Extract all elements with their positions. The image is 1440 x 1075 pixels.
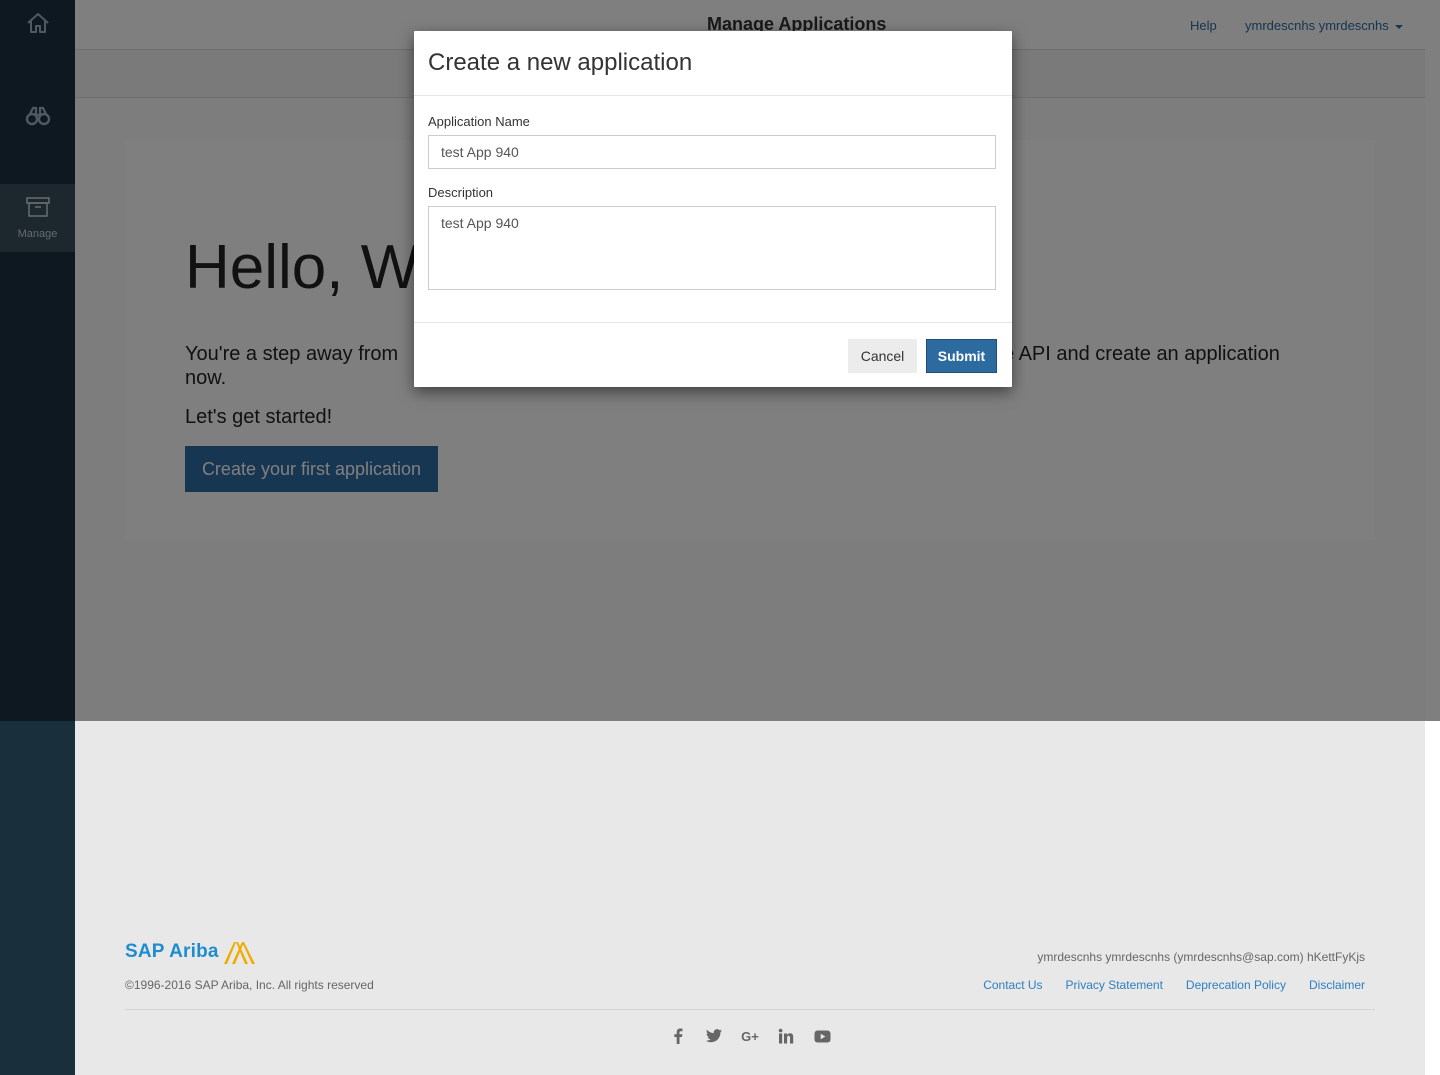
modal-footer: Cancel Submit xyxy=(414,322,1012,387)
youtube-icon[interactable] xyxy=(813,1027,831,1045)
google-plus-icon[interactable]: G+ xyxy=(741,1027,759,1045)
user-info: ymrdescnhs ymrdescnhs (ymrdescnhs@sap.co… xyxy=(1037,950,1365,964)
sap-ariba-logo: SAP Ariba xyxy=(125,939,260,965)
create-application-modal: Create a new application Application Nam… xyxy=(414,31,1012,387)
modal-title: Create a new application xyxy=(428,49,693,76)
linkedin-icon[interactable] xyxy=(777,1027,795,1045)
footer-divider xyxy=(125,1009,1375,1010)
footer-links: Contact Us Privacy Statement Deprecation… xyxy=(983,978,1365,992)
sidebar-footer-extension xyxy=(0,721,75,1075)
facebook-icon[interactable] xyxy=(669,1027,687,1045)
modal-body: Application Name Description test App 94… xyxy=(414,96,1012,295)
disclaimer-link[interactable]: Disclaimer xyxy=(1309,978,1365,992)
deprecation-policy-link[interactable]: Deprecation Policy xyxy=(1186,978,1286,992)
modal-header: Create a new application xyxy=(414,31,1012,96)
cancel-button[interactable]: Cancel xyxy=(848,339,917,373)
social-links: G+ xyxy=(669,1027,831,1045)
description-textarea[interactable]: test App 940 xyxy=(428,206,996,290)
twitter-icon[interactable] xyxy=(705,1027,723,1045)
application-name-input[interactable] xyxy=(428,135,996,169)
description-label: Description xyxy=(428,185,494,200)
application-name-label: Application Name xyxy=(428,114,530,129)
ariba-mark-icon xyxy=(223,942,255,964)
submit-button[interactable]: Submit xyxy=(926,339,997,373)
footer: SAP Ariba ©1996-2016 SAP Ariba, Inc. All… xyxy=(75,721,1425,1075)
contact-us-link[interactable]: Contact Us xyxy=(983,978,1042,992)
privacy-statement-link[interactable]: Privacy Statement xyxy=(1066,978,1163,992)
copyright-text: ©1996-2016 SAP Ariba, Inc. All rights re… xyxy=(125,978,374,992)
